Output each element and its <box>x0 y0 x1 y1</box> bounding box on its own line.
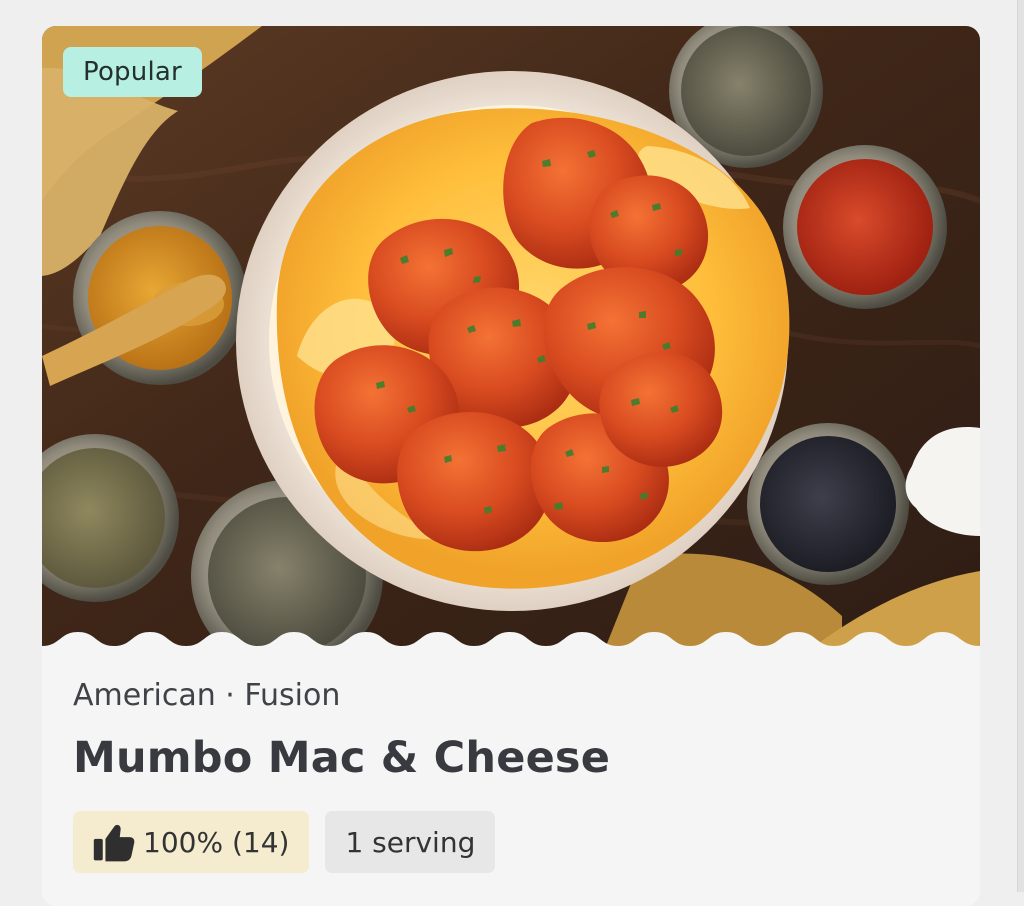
cuisine-label: American · Fusion <box>73 678 341 713</box>
page-scrollbar[interactable] <box>1017 0 1024 892</box>
thumbs-up-icon <box>92 821 135 864</box>
serving-label: 1 serving <box>345 825 476 859</box>
recipe-details: American · Fusion Mumbo Mac & Cheese 100… <box>73 681 953 873</box>
serving-chip[interactable]: 1 serving <box>325 811 496 873</box>
recipe-meta-chips: 100% (14) 1 serving <box>73 811 953 873</box>
rating-chip[interactable]: 100% (14) <box>73 811 310 873</box>
hero-image: Popular <box>42 26 980 656</box>
recipe-title[interactable]: Mumbo Mac & Cheese <box>73 737 953 780</box>
popular-badge: Popular <box>63 47 202 97</box>
recipe-card[interactable]: Popular American · Fusion Mumbo Mac & Ch… <box>42 26 980 906</box>
rating-label: 100% (14) <box>143 825 290 859</box>
